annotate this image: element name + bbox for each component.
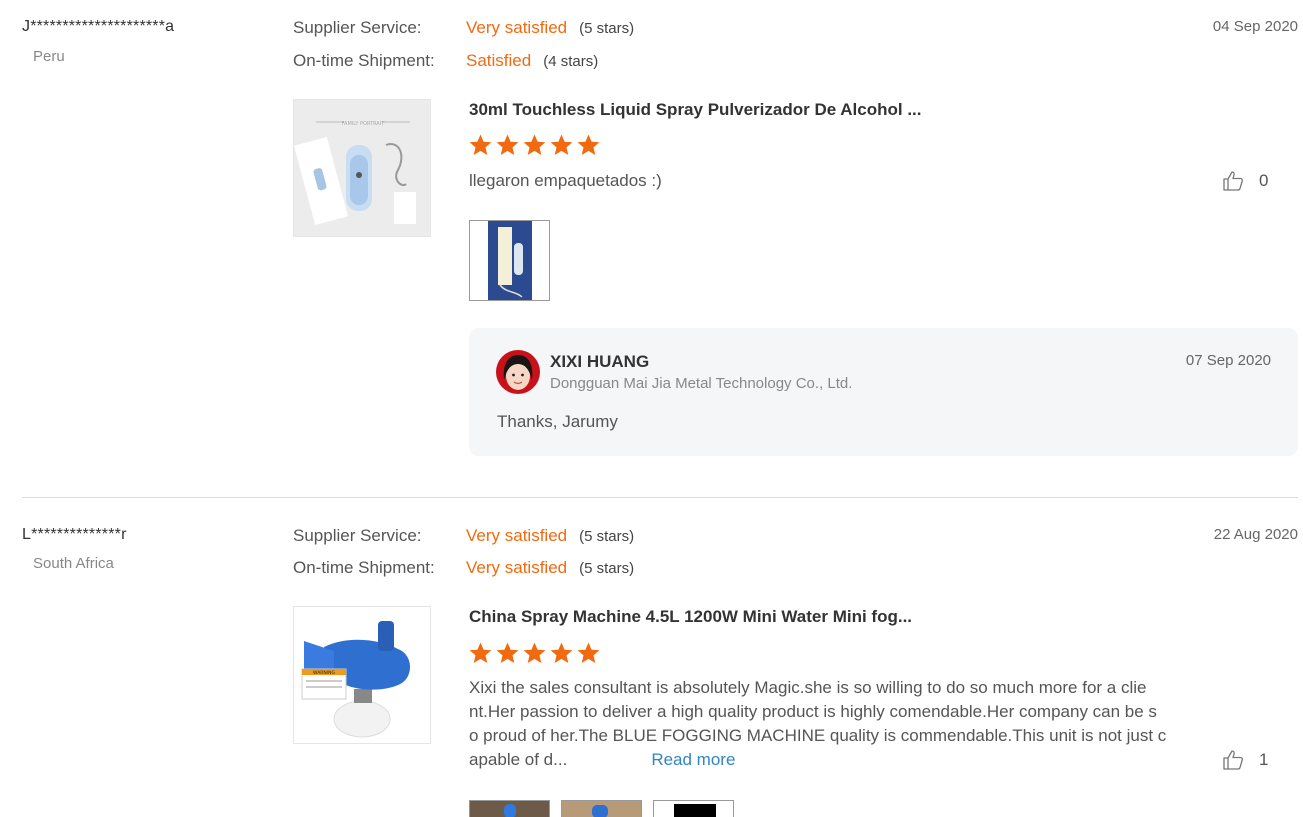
rating-stars-count: (4 stars) [543,53,599,70]
product-title[interactable]: 30ml Touchless Liquid Spray Pulverizador… [469,100,922,120]
star-icon [550,134,573,155]
review-text-line: o proud of her.The BLUE FOGGING MACHINE … [469,726,1167,745]
rating-label: On-time Shipment: [293,558,435,577]
star-icon [496,134,519,155]
star-icon [523,134,546,155]
rating-stars-count: (5 stars) [579,560,635,577]
review-text-line: apable of d... [469,750,568,769]
product-title[interactable]: China Spray Machine 4.5L 1200W Mini Wate… [469,607,912,627]
shipment-rating: On-time Shipment: Satisfied (4 stars) [293,51,598,75]
star-icon [577,642,600,663]
star-icon [496,642,519,663]
rating-value: Very satisfied [466,526,568,545]
reply-date: 07 Sep 2020 [1185,352,1271,369]
star-icon [469,134,492,155]
review-photo[interactable] [469,220,550,301]
buyer-country: Peru [33,48,65,65]
product-thumbnail[interactable]: FAMILY PORTRAIT [293,99,431,237]
review-date: 22 Aug 2020 [1213,526,1298,543]
rating-value: Satisfied [466,51,532,70]
review-item-1: J*********************a Peru 04 Sep 2020… [0,0,1303,497]
rating-label: Supplier Service: [293,526,422,545]
reply-text: Thanks, Jarumy [497,412,618,431]
review-text: llegaron empaquetados :) [469,171,662,190]
product-thumbnail[interactable]: WARNING [293,606,431,744]
rating-label: Supplier Service: [293,18,422,37]
rating-value: Very satisfied [466,18,568,37]
reply-company: Dongguan Mai Jia Metal Technology Co., L… [550,375,853,392]
rating-stars-count: (5 stars) [579,20,635,37]
like-button[interactable]: 0 [1221,169,1268,193]
avatar [496,350,540,394]
rating-stars [468,641,601,666]
product-image-caption: WARNING [313,670,335,676]
review-text-line: Xixi the sales consultant is absolutely … [469,678,1147,697]
product-image-caption: FAMILY PORTRAIT [342,121,386,127]
star-icon [469,642,492,663]
buyer-name: L**************r [22,526,127,543]
buyer-country: South Africa [33,555,114,572]
like-count: 0 [1259,171,1269,190]
review-text-last-line: apable of d... Read more [469,748,1166,772]
review-photo[interactable] [561,800,642,817]
read-more-link[interactable]: Read more [651,750,735,769]
thumbs-up-icon [1223,171,1243,191]
review-photo[interactable] [469,800,550,817]
rating-stars [468,133,601,158]
supplier-service-rating: Supplier Service: Very satisfied (5 star… [293,18,634,42]
star-icon [523,642,546,663]
review-date: 04 Sep 2020 [1212,18,1298,35]
thumbs-up-icon [1223,750,1243,770]
supplier-reply: XIXI HUANG Dongguan Mai Jia Metal Techno… [469,328,1298,456]
star-icon [577,134,600,155]
like-button[interactable]: 1 [1221,748,1268,772]
shipment-rating: On-time Shipment: Very satisfied (5 star… [293,558,634,582]
rating-label: On-time Shipment: [293,51,435,70]
buyer-name: J*********************a [22,18,175,35]
review-item-2: L**************r South Africa 22 Aug 202… [0,498,1303,817]
review-photo[interactable] [653,800,734,817]
reply-author-name: XIXI HUANG [550,352,650,371]
rating-value: Very satisfied [466,558,568,577]
star-icon [550,642,573,663]
rating-stars-count: (5 stars) [579,528,635,545]
review-text: Xixi the sales consultant is absolutely … [469,676,1166,772]
supplier-service-rating: Supplier Service: Very satisfied (5 star… [293,526,634,550]
like-count: 1 [1259,750,1269,769]
review-text-line: nt.Her passion to deliver a high quality… [469,702,1157,721]
